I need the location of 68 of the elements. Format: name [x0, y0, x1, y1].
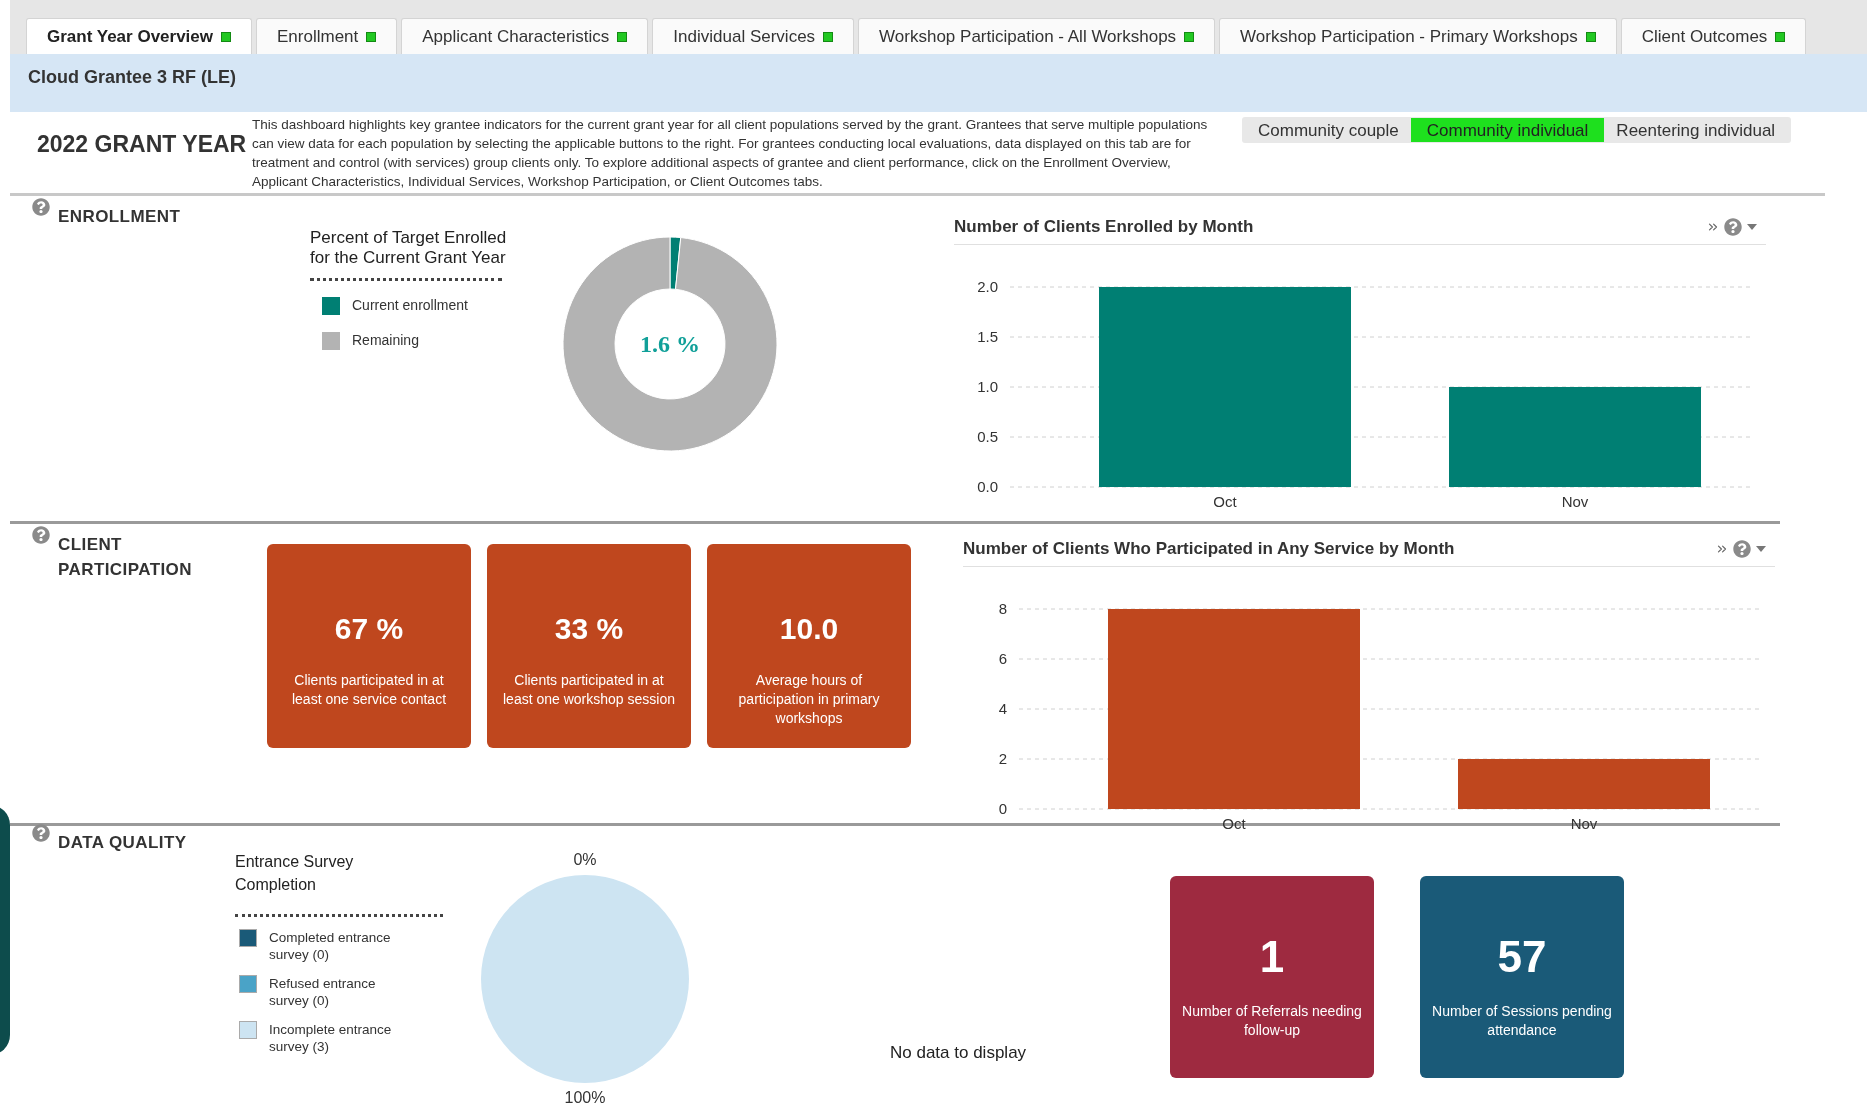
help-icon[interactable]	[32, 824, 50, 842]
pie-title: Entrance Survey Completion	[235, 852, 355, 895]
metric-label: Clients participated in at least one workshop session	[502, 671, 676, 709]
status-icon	[1585, 31, 1596, 42]
legend-label: Incomplete entrance survey (3)	[269, 1021, 393, 1055]
population-button[interactable]: Reentering individual	[1604, 118, 1788, 142]
metric-value: 1	[1259, 932, 1285, 982]
chart-title: Number of Clients Who Participated in Any Service by Month	[963, 538, 1455, 560]
status-icon	[221, 31, 231, 42]
help-icon[interactable]	[32, 526, 50, 544]
population-button[interactable]: Community individual	[1410, 118, 1605, 142]
caret-icon[interactable]	[1746, 222, 1758, 231]
description-text: This dashboard highlights key grantee indicators for the current grant year for all client populations served by the grant. Grantees that serve multiple populations can view data for each population by selecting the applicable buttons to the right. For grantees conducting local evaluations, data displayed on this tab are for treatment and control (with services) group clients only. To explore additional aspects of grantee and client performance, click on the Enrollment Overview, Applicant Characteristics, Individual Services, Workshop Participation, or Client Outcomes tabs.	[252, 116, 1209, 191]
axis-category-label: Nov	[1561, 492, 1589, 510]
caret-icon[interactable]	[1755, 544, 1767, 553]
legend-label: Remaining	[352, 331, 419, 350]
axis-tick-label: 0.0	[977, 477, 998, 495]
axis-tick-label: 1.0	[977, 377, 998, 395]
tab[interactable]: Enrollment	[256, 18, 398, 54]
axis-category-label: Oct	[1213, 492, 1237, 510]
population-button[interactable]: Community couple	[1246, 118, 1411, 142]
legend-label: Refused entrance survey (0)	[269, 975, 377, 1009]
donut-slice[interactable]	[562, 236, 778, 452]
axis-tick-label: 1.5	[977, 327, 998, 345]
status-icon	[823, 31, 834, 42]
page-title: 2022 GRANT YEAR	[37, 130, 248, 159]
help-icon[interactable]	[1733, 539, 1751, 558]
metric-label: Clients participated in at least one service contact	[290, 671, 448, 709]
grantee-name: Cloud Grantee 3 RF (LE)	[28, 66, 236, 89]
metric-label: Average hours of participation in primary workshops	[737, 671, 881, 728]
metric-value: 33 %	[554, 611, 624, 647]
axis-tick-label: 0	[998, 799, 1007, 817]
metric-value: 10.0	[779, 611, 839, 647]
status-icon	[617, 31, 628, 42]
axis-category-label: Nov	[1570, 814, 1598, 832]
status-icon	[1184, 31, 1195, 42]
axis-tick-label: 6	[998, 649, 1007, 667]
tab[interactable]: Applicant Characteristics	[401, 18, 649, 54]
metric-label: Number of Referrals needing follow-up	[1182, 1002, 1362, 1040]
tab[interactable]: Individual Services	[652, 18, 855, 54]
status-icon	[366, 31, 377, 42]
axis-tick-label: 8	[998, 599, 1007, 617]
donut-title: Percent of Target Enrolled for the Current Grant Year	[310, 228, 508, 268]
help-icon[interactable]	[1724, 217, 1742, 236]
pie-label: 0%	[573, 850, 597, 870]
metric-label: Number of Sessions pending attendance	[1432, 1002, 1612, 1040]
axis-tick-label: 2.0	[977, 277, 998, 295]
pie-label: 100%	[564, 1088, 606, 1108]
metric-value: 57	[1497, 932, 1547, 982]
empty-message: No data to display	[890, 1042, 1028, 1064]
tab[interactable]: Workshop Participation - Primary Workshops	[1219, 18, 1617, 54]
axis-tick-label: 0.5	[977, 427, 998, 445]
section-title: ENROLLMENT	[58, 206, 182, 228]
status-icon	[1775, 31, 1786, 42]
legend-label: Current enrollment	[352, 296, 468, 315]
chart-title: Number of Clients Enrolled by Month	[954, 216, 1254, 238]
metric-value: 67 %	[334, 611, 404, 647]
tab[interactable]: Grant Year Overview	[26, 18, 252, 54]
axis-tick-label: 2	[998, 749, 1007, 767]
donut-center-label: 1.6 %	[640, 330, 700, 359]
tab[interactable]: Client Outcomes	[1620, 18, 1807, 54]
axis-category-label: Oct	[1222, 814, 1246, 832]
section-title: DATA QUALITY	[58, 832, 188, 854]
help-icon[interactable]	[32, 198, 50, 216]
legend-label: Completed entrance survey (0)	[269, 929, 392, 963]
tab[interactable]: Workshop Participation - All Workshops	[858, 18, 1216, 54]
axis-tick-label: 4	[998, 699, 1007, 717]
section-title: CLIENT PARTICIPATION	[58, 534, 193, 581]
